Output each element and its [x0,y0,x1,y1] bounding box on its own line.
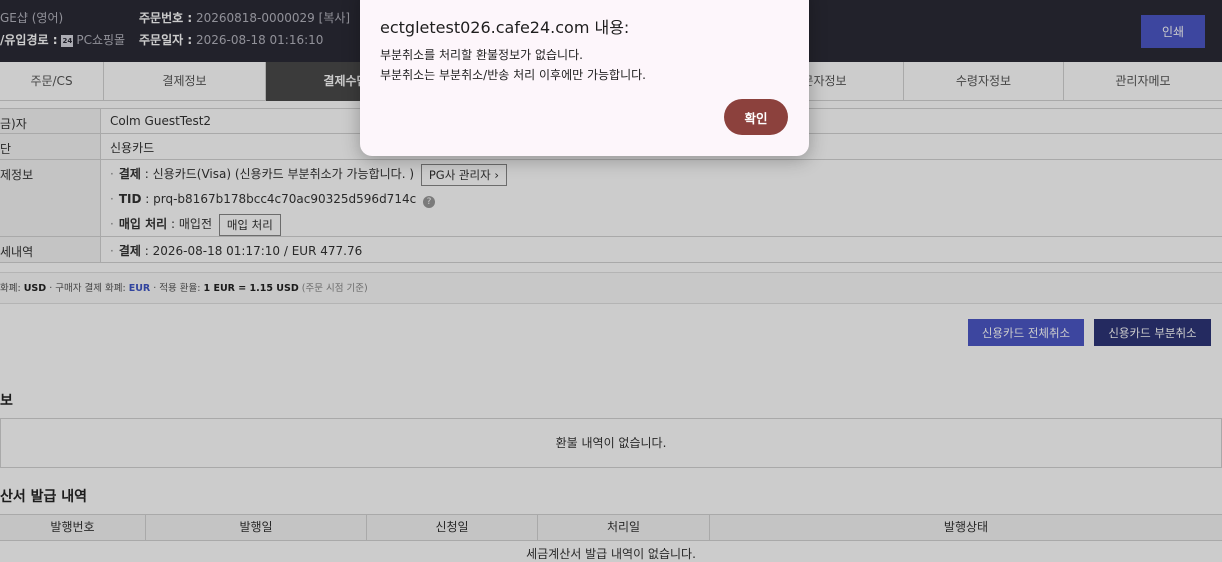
dialog-title: ectgletest026.cafe24.com 내용: [380,18,630,37]
dialog-ok-button[interactable]: 확인 [724,99,788,135]
dialog-message-line-1: 부분취소를 처리할 환불정보가 없습니다. [380,48,583,62]
dialog-message-line-2: 부분취소는 부분취소/반송 처리 이후에만 가능합니다. [380,68,646,82]
alert-dialog: ectgletest026.cafe24.com 내용: 부분취소를 처리할 환… [360,0,809,156]
